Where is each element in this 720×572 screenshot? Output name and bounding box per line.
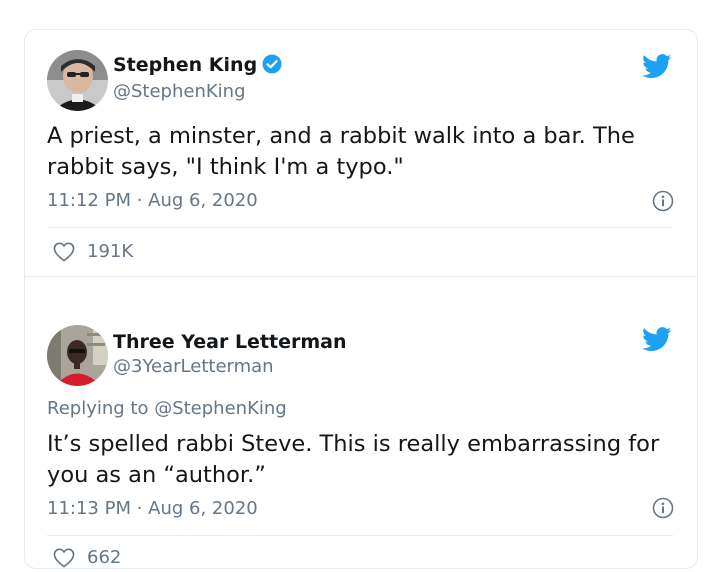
tweet-timestamp[interactable]: 11:12 PM · Aug 6, 2020 (47, 190, 258, 211)
like-button[interactable]: 662 (53, 547, 121, 568)
verified-badge-icon (262, 54, 282, 74)
tweet-three-year-letterman[interactable]: Three Year Letterman @3YearLetterman Rep… (25, 276, 697, 572)
author-handle[interactable]: @StephenKing (113, 81, 246, 102)
author-handle[interactable]: @3YearLetterman (113, 356, 274, 377)
divider (47, 535, 673, 536)
tweet-thread-card: Stephen King @StephenKing A priest, a mi… (24, 29, 698, 569)
tweet-text: It’s spelled rabbi Steve. This is really… (47, 431, 660, 488)
divider (47, 227, 673, 228)
tweet-timestamp[interactable]: 11:13 PM · Aug 6, 2020 (47, 498, 258, 519)
heart-icon (53, 548, 75, 568)
avatar[interactable] (47, 50, 108, 111)
heart-icon (53, 242, 75, 262)
tweet-text: A priest, a minster, and a rabbit walk i… (47, 123, 635, 180)
like-button[interactable]: 191K (53, 241, 133, 262)
avatar[interactable] (47, 325, 108, 386)
info-icon[interactable] (652, 497, 674, 519)
replying-to[interactable]: Replying to @StephenKing (47, 398, 287, 419)
info-icon[interactable] (652, 190, 674, 212)
author-name[interactable]: Three Year Letterman (113, 331, 347, 353)
like-count: 191K (87, 241, 134, 262)
tweet-stephen-king[interactable]: Stephen King @StephenKing A priest, a mi… (25, 30, 697, 276)
twitter-bird-icon[interactable] (642, 327, 672, 352)
like-count: 662 (87, 547, 122, 568)
twitter-bird-icon[interactable] (642, 54, 672, 79)
author-name[interactable]: Stephen King (113, 54, 282, 76)
